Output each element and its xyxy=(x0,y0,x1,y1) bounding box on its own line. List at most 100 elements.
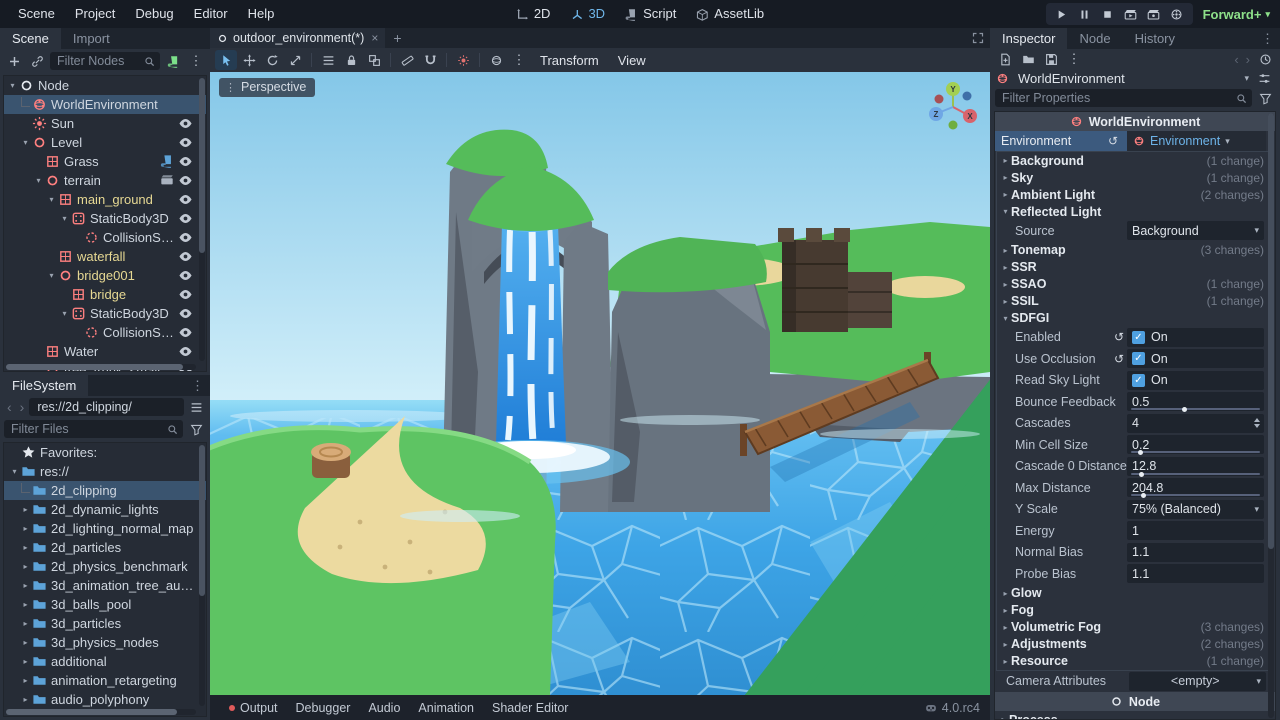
expand-arrow-icon[interactable]: ▸ xyxy=(19,600,32,609)
play-custom-scene-button[interactable] xyxy=(1144,5,1164,23)
scale-tool-button[interactable] xyxy=(284,50,306,70)
expand-arrow-icon[interactable]: ▸ xyxy=(19,543,32,552)
tree-row-staticbody3d[interactable]: ▾StaticBody3D xyxy=(4,304,206,323)
property-read-sky-light[interactable]: Read Sky Light✓On xyxy=(997,370,1273,392)
menu-project[interactable]: Project xyxy=(65,0,125,28)
selection-list-button[interactable] xyxy=(317,50,339,70)
script-icon[interactable] xyxy=(160,154,175,169)
property-value[interactable]: <empty>▾ xyxy=(1129,672,1266,691)
tree-row-collisionshape3d[interactable]: CollisionShape3D xyxy=(4,323,206,342)
expand-arrow-icon[interactable]: ▸ xyxy=(19,695,32,704)
expand-viewport-icon[interactable] xyxy=(966,32,990,44)
close-icon[interactable]: × xyxy=(371,31,378,45)
slider-handle[interactable] xyxy=(1182,407,1187,412)
filesystem-item-2d-physics-benchmark[interactable]: ▸2d_physics_benchmark xyxy=(4,557,206,576)
add-node-button[interactable] xyxy=(4,51,24,71)
ruler-mode-button[interactable] xyxy=(396,50,418,70)
visibility-toggle-icon[interactable] xyxy=(178,306,194,321)
property-value[interactable]: 1.1 xyxy=(1127,564,1264,583)
tree-row-bridge001[interactable]: ▾bridge001 xyxy=(4,266,206,285)
expand-arrow-icon[interactable]: ▾ xyxy=(45,195,58,204)
tree-row-grass[interactable]: Grass xyxy=(4,152,206,171)
current-path-input[interactable] xyxy=(35,399,178,415)
tree-row-sun[interactable]: Sun xyxy=(4,114,206,133)
inspector-vscrollbar[interactable] xyxy=(1268,113,1274,718)
renderer-dropdown[interactable]: Forward+▾ xyxy=(1203,7,1270,22)
workspace-assetlib[interactable]: AssetLib xyxy=(687,0,773,28)
bottom-tab-output[interactable]: Output xyxy=(220,701,287,715)
expand-arrow-icon[interactable]: ▸ xyxy=(19,638,32,647)
perspective-dropdown[interactable]: ⋮ Perspective xyxy=(219,78,315,97)
scene-tree-menu-button[interactable]: ⋮ xyxy=(186,51,206,71)
snap-toggle-button[interactable] xyxy=(419,50,441,70)
property-environment[interactable]: Environment↺Environment▾ xyxy=(995,131,1275,151)
movie-maker-button[interactable] xyxy=(1167,5,1187,23)
filesystem-item-additional[interactable]: ▸additional xyxy=(4,652,206,671)
visibility-toggle-icon[interactable] xyxy=(178,287,194,302)
property-value[interactable]: ✓On xyxy=(1127,371,1264,390)
expand-arrow-icon[interactable]: ▸ xyxy=(19,619,32,628)
property-normal-bias[interactable]: Normal Bias1.1 xyxy=(997,542,1273,564)
property-value[interactable]: 75% (Balanced)▾ xyxy=(1127,500,1264,519)
tab-history[interactable]: History xyxy=(1123,28,1187,49)
checkbox-checked-icon[interactable]: ✓ xyxy=(1132,331,1145,344)
property-value[interactable]: 0.5 xyxy=(1127,392,1264,411)
instance-scene-button[interactable] xyxy=(27,51,47,71)
inspector-group-sky[interactable]: ▸Sky(1 change) xyxy=(997,169,1273,186)
manage-object-properties-button[interactable] xyxy=(1254,69,1274,89)
workspace-script[interactable]: Script xyxy=(616,0,685,28)
checkbox-checked-icon[interactable]: ✓ xyxy=(1132,374,1145,387)
revert-icon[interactable]: ↺ xyxy=(1114,330,1124,344)
property-value[interactable]: Background▾ xyxy=(1127,221,1264,240)
slider-handle[interactable] xyxy=(1138,450,1143,455)
scene-tree-vscrollbar[interactable] xyxy=(199,78,205,361)
visibility-toggle-icon[interactable] xyxy=(178,230,194,245)
tree-row-waterfall[interactable]: waterfall xyxy=(4,247,206,266)
filesystem-item-res[interactable]: ▾res:// xyxy=(4,462,206,481)
filesystem-item-2d-dynamic-lights[interactable]: ▸2d_dynamic_lights xyxy=(4,500,206,519)
expand-arrow-icon[interactable]: ▸ xyxy=(19,524,32,533)
visibility-toggle-icon[interactable] xyxy=(178,211,194,226)
slider-track[interactable] xyxy=(1131,451,1260,453)
movie-icon[interactable] xyxy=(160,173,175,188)
filesystem-item-3d-animation-tree-audio[interactable]: ▸3d_animation_tree_audio xyxy=(4,576,206,595)
workspace-3d[interactable]: 3D xyxy=(561,0,614,28)
inspector-group-reflected-light[interactable]: ▾Reflected Light xyxy=(997,203,1273,220)
tab-import[interactable]: Import xyxy=(61,28,122,49)
property-display-options-button[interactable] xyxy=(1255,88,1275,108)
preview-environment-button[interactable] xyxy=(485,50,507,70)
tree-row-level[interactable]: ▾Level xyxy=(4,133,206,152)
property-enabled[interactable]: Enabled↺✓On xyxy=(997,327,1273,349)
bottom-tab-audio[interactable]: Audio xyxy=(359,701,409,715)
menu-editor[interactable]: Editor xyxy=(184,0,238,28)
inspector-group-fog[interactable]: ▸Fog xyxy=(997,602,1273,619)
property-bounce-feedback[interactable]: Bounce Feedback0.5 xyxy=(997,391,1273,413)
revert-icon[interactable]: ↺ xyxy=(1114,352,1124,366)
stop-button[interactable] xyxy=(1098,5,1118,23)
inspector-group-volumetric-fog[interactable]: ▸Volumetric Fog(3 changes) xyxy=(997,619,1273,636)
scene-tab-outdoor-environment[interactable]: outdoor_environment(*) × xyxy=(210,28,385,48)
tree-row-staticbody3d[interactable]: ▾StaticBody3D xyxy=(4,209,206,228)
filesystem-vscrollbar[interactable] xyxy=(199,445,205,706)
tab-filesystem[interactable]: FileSystem xyxy=(0,375,88,396)
filter-nodes-input[interactable] xyxy=(55,53,144,69)
property-use-occlusion[interactable]: Use Occlusion↺✓On xyxy=(997,348,1273,370)
menu-help[interactable]: Help xyxy=(238,0,285,28)
slider-track[interactable] xyxy=(1131,473,1260,475)
filesystem-item-2d-clipping[interactable]: 2d_clipping xyxy=(4,481,206,500)
expand-arrow-icon[interactable]: ▸ xyxy=(19,581,32,590)
property-value[interactable]: 12.8 xyxy=(1127,457,1264,476)
history-back-icon[interactable]: ‹ xyxy=(1232,52,1240,67)
visibility-toggle-icon[interactable] xyxy=(178,249,194,264)
inspector-menu-button[interactable]: ⋮ xyxy=(1255,28,1280,49)
property-probe-bias[interactable]: Probe Bias1.1 xyxy=(997,563,1273,585)
inspector-group-ssr[interactable]: ▸SSR xyxy=(997,259,1273,276)
visibility-toggle-icon[interactable] xyxy=(178,192,194,207)
expand-arrow-icon[interactable]: ▸ xyxy=(19,562,32,571)
property-min-cell-size[interactable]: Min Cell Size0.2 xyxy=(997,434,1273,456)
property-max-distance[interactable]: Max Distance204.8 xyxy=(997,477,1273,499)
filesystem-item-favorites[interactable]: Favorites: xyxy=(4,443,206,462)
new-resource-button[interactable] xyxy=(995,49,1015,69)
spin-arrows-icon[interactable] xyxy=(1254,418,1260,428)
play-scene-button[interactable] xyxy=(1121,5,1141,23)
